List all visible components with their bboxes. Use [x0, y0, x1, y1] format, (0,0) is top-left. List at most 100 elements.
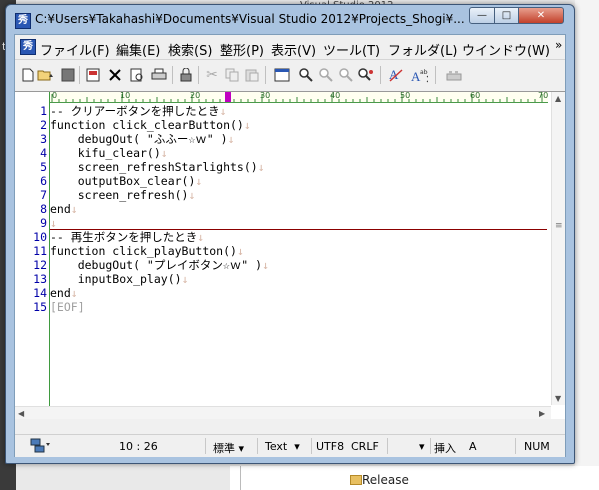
macro-icon[interactable] — [445, 66, 463, 84]
close-icon[interactable] — [106, 66, 124, 84]
window-icon[interactable] — [273, 66, 291, 84]
maximize-button[interactable]: □ — [494, 7, 519, 24]
code-text: [EOF] — [50, 300, 85, 314]
menu-tools[interactable]: ツール(T) — [323, 40, 380, 59]
open-folder-icon[interactable] — [37, 66, 55, 84]
menu-folder[interactable]: フォルダ(L) — [388, 40, 457, 59]
numlock-indicator: NUM — [524, 440, 550, 453]
chevron-down-icon: ▾ — [238, 442, 245, 455]
code-line[interactable]: debugOut( "プレイボタン☆ｗ" )↓ — [50, 258, 269, 272]
code-line[interactable]: [EOF] — [50, 300, 85, 314]
font-icon[interactable]: A — [387, 66, 405, 84]
line-number: 12 — [33, 258, 47, 272]
code-line[interactable]: ↓ — [50, 216, 57, 230]
menu-edit[interactable]: 編集(E) — [116, 40, 160, 59]
line-number: 9 — [40, 216, 47, 230]
file-type-select[interactable]: Text ▾ — [265, 440, 300, 453]
svg-text:abc: abc — [420, 69, 428, 76]
lock-icon[interactable] — [177, 66, 195, 84]
menu-search[interactable]: 検索(S) — [168, 40, 212, 59]
app-icon[interactable]: 秀 — [15, 13, 31, 29]
code-text: debugOut( "プレイボタン☆ｗ" ) — [50, 258, 263, 272]
code-line[interactable]: -- クリアーボタンを押したとき↓ — [50, 104, 227, 118]
line-break-mark: ↓ — [188, 188, 196, 202]
vertical-scrollbar[interactable]: ▲ ≡ ▼ — [551, 92, 565, 405]
scroll-grip-icon[interactable]: ≡ — [555, 222, 563, 231]
menu-format[interactable]: 整形(P) — [220, 40, 264, 59]
menu-window[interactable]: ウインドウ(W) — [462, 40, 550, 59]
code-line[interactable]: end↓ — [50, 202, 78, 216]
print-icon[interactable] — [150, 66, 168, 84]
search-icon[interactable] — [297, 66, 315, 84]
minimize-button[interactable]: — — [469, 7, 495, 24]
paste-icon[interactable] — [243, 66, 261, 84]
copy-icon[interactable] — [223, 66, 241, 84]
code-line[interactable]: end↓ — [50, 286, 78, 300]
horizontal-scrollbar[interactable]: ◀ ▶ — [15, 406, 551, 420]
code-line[interactable]: debugOut( "ふふー☆ｗ" )↓ — [50, 132, 235, 146]
code-line[interactable]: kifu_clear()↓ — [50, 146, 168, 160]
toolbar-separator — [172, 66, 173, 84]
code-text: outputBox_clear() — [50, 174, 196, 188]
toolbar-separator — [198, 66, 199, 84]
line-ending-indicator[interactable]: CRLF — [351, 440, 379, 453]
menu-view[interactable]: 表示(V) — [271, 40, 316, 59]
code-line[interactable]: outputBox_clear()↓ — [50, 174, 203, 188]
code-line[interactable]: function click_playButton()↓ — [50, 244, 244, 258]
background-folder-release[interactable]: Release — [362, 473, 409, 487]
line-break-mark: ↓ — [181, 272, 189, 286]
status-separator — [205, 438, 206, 454]
line-break-mark: ↓ — [262, 258, 269, 272]
line-number: 7 — [40, 188, 47, 202]
line-number: 13 — [33, 272, 47, 286]
insert-mode-indicator[interactable]: 挿入 — [434, 440, 456, 456]
code-line[interactable]: -- 再生ボタンを押したとき↓ — [50, 230, 204, 244]
code-text: debugOut( "ふふー☆ｗ" ) — [50, 132, 228, 146]
scroll-down-arrow-icon[interactable]: ▼ — [555, 394, 561, 403]
menu-file[interactable]: ファイル(F) — [40, 40, 110, 59]
toolbar: ✂ A A ab — [15, 60, 565, 90]
replace-icon[interactable] — [357, 66, 375, 84]
line-break-mark: ↓ — [160, 146, 168, 160]
code-line[interactable]: screen_refreshStarlights()↓ — [50, 160, 265, 174]
scroll-up-arrow-icon[interactable]: ▲ — [555, 94, 561, 103]
document-icon[interactable]: 秀 — [20, 39, 36, 55]
ruler-label: 60 — [470, 91, 481, 100]
menu-bar: 秀 ファイル(F) 編集(E) 検索(S) 整形(P) 表示(V) ツール(T)… — [15, 35, 565, 60]
save-all-icon[interactable] — [84, 66, 102, 84]
line-number: 2 — [40, 118, 47, 132]
spell-icon[interactable]: Aabc — [410, 66, 428, 84]
preview-icon[interactable] — [128, 66, 146, 84]
background-divider — [240, 466, 241, 490]
ruler-label: 0 — [52, 91, 58, 100]
mode-select-label: 標準 — [213, 442, 235, 455]
code-line[interactable]: function click_clearButton()↓ — [50, 118, 251, 132]
menu-overflow-chevron[interactable]: » — [555, 38, 562, 52]
code-text: function click_playButton() — [50, 244, 237, 258]
search-prev-icon[interactable] — [317, 66, 335, 84]
code-text: -- クリアーボタンを押したとき — [50, 104, 220, 118]
title-bar[interactable]: 秀 C:¥Users¥Takahashi¥Documents¥Visual St… — [6, 5, 574, 33]
network-icon[interactable] — [29, 437, 51, 456]
code-text: end — [50, 202, 71, 216]
close-button[interactable]: ✕ — [518, 7, 564, 24]
new-file-icon[interactable] — [19, 66, 37, 84]
scroll-left-arrow-icon[interactable]: ◀ — [18, 409, 24, 418]
encoding-indicator[interactable]: UTF8 — [316, 440, 344, 453]
line-break-mark: ↓ — [236, 244, 244, 258]
mode-select[interactable]: 標準 ▾ — [213, 440, 244, 456]
line-break-mark: ↓ — [257, 160, 265, 174]
toolbar-separator — [380, 66, 381, 84]
window-title: C:¥Users¥Takahashi¥Documents¥Visual Stud… — [35, 12, 465, 26]
save-icon[interactable] — [59, 66, 77, 84]
folder-icon — [350, 475, 362, 485]
code-line[interactable]: inputBox_play()↓ — [50, 272, 189, 286]
line-break-mark: ↓ — [219, 104, 227, 118]
chevron-down-icon[interactable]: ▾ — [419, 440, 425, 453]
code-line[interactable]: screen_refresh()↓ — [50, 188, 196, 202]
search-next-icon[interactable] — [337, 66, 355, 84]
cut-icon[interactable]: ✂ — [203, 66, 221, 84]
text-editor[interactable]: 0 10 20 30 40 50 60 70 1 -- クリアーボタンを押したとき… — [15, 91, 565, 420]
scroll-right-arrow-icon[interactable]: ▶ — [539, 409, 545, 418]
line-number: 15 — [33, 300, 47, 314]
